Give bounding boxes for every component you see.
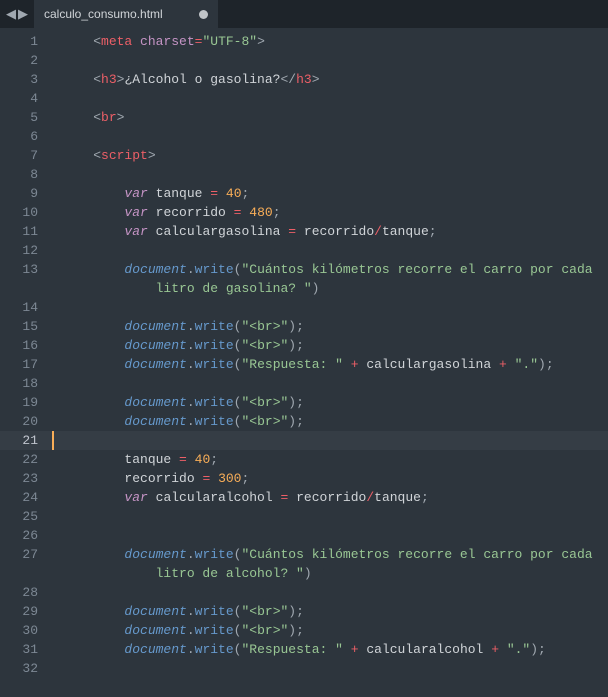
line-number-gutter: 1234567891011121314151617181920212223242… [0,28,48,658]
code-line[interactable] [62,298,608,317]
line-number: 3 [0,70,48,89]
unsaved-indicator-icon [199,10,208,19]
code-line[interactable] [62,241,608,260]
line-number: 28 [0,583,48,602]
code-line[interactable]: <script> [62,146,608,165]
line-number: 15 [0,317,48,336]
forward-icon[interactable]: ▶ [18,7,28,22]
line-number: 16 [0,336,48,355]
code-line[interactable]: document.write("<br>"); [62,621,608,640]
line-number: 20 [0,412,48,431]
line-number: 17 [0,355,48,374]
line-number: 14 [0,298,48,317]
cursor-line-indicator [52,431,54,450]
line-number: 5 [0,108,48,127]
code-line[interactable]: litro de alcohol? ") [62,564,608,583]
line-number: 31 [0,640,48,659]
line-number: 2 [0,51,48,70]
code-line[interactable] [62,526,608,545]
code-line[interactable]: document.write("<br>"); [62,412,608,431]
line-number: 27 [0,545,48,564]
code-line[interactable]: litro de gasolina? ") [62,279,608,298]
line-number: 18 [0,374,48,393]
code-line[interactable]: document.write("Cuántos kilómetros recor… [62,545,608,564]
line-number [0,678,48,697]
code-line[interactable] [62,89,608,108]
code-line[interactable] [62,583,608,602]
line-number: 6 [0,127,48,146]
code-line[interactable]: <br> [62,108,608,127]
code-area[interactable]: <meta charset="UTF-8"> <h3>¿Alcohol o ga… [48,28,608,658]
code-line[interactable] [62,374,608,393]
line-number: 19 [0,393,48,412]
line-number: 8 [0,165,48,184]
code-line[interactable]: document.write("<br>"); [62,336,608,355]
code-line[interactable]: var calcularalcohol = recorrido/tanque; [62,488,608,507]
tab-filename: calculo_consumo.html [44,7,163,21]
line-number: 21 [0,431,48,450]
code-line[interactable]: document.write("<br>"); [62,393,608,412]
code-line[interactable]: <meta charset="UTF-8"> [62,32,608,51]
line-number: 32 [0,659,48,678]
line-number: 10 [0,203,48,222]
line-number: 23 [0,469,48,488]
line-number: 11 [0,222,48,241]
line-number: 29 [0,602,48,621]
line-number [0,279,48,298]
line-number: 7 [0,146,48,165]
line-number: 1 [0,32,48,51]
code-line[interactable] [62,127,608,146]
line-number: 4 [0,89,48,108]
line-number: 12 [0,241,48,260]
code-line[interactable] [62,165,608,184]
line-number: 26 [0,526,48,545]
line-number: 22 [0,450,48,469]
code-line[interactable]: <h3>¿Alcohol o gasolina?</h3> [62,70,608,89]
line-number [0,564,48,583]
nav-arrows: ◀ ▶ [0,7,34,22]
line-number: 9 [0,184,48,203]
line-number: 30 [0,621,48,640]
code-line[interactable]: document.write("Respuesta: " + calculara… [62,640,608,659]
code-line[interactable]: document.write("Respuesta: " + calcularg… [62,355,608,374]
code-line[interactable]: document.write("<br>"); [62,602,608,621]
code-line[interactable]: var recorrido = 480; [62,203,608,222]
line-number: 25 [0,507,48,526]
code-line[interactable] [62,659,608,678]
tab-bar: ◀ ▶ calculo_consumo.html [0,0,608,28]
code-line[interactable]: recorrido = 300; [62,469,608,488]
code-line[interactable]: var calculargasolina = recorrido/tanque; [62,222,608,241]
code-editor[interactable]: 1234567891011121314151617181920212223242… [0,28,608,658]
code-line[interactable]: var tanque = 40; [62,184,608,203]
code-line[interactable] [62,507,608,526]
line-number: 13 [0,260,48,279]
code-line[interactable]: tanque = 40; [62,450,608,469]
code-line[interactable] [62,51,608,70]
line-number: 24 [0,488,48,507]
back-icon[interactable]: ◀ [6,7,16,22]
file-tab[interactable]: calculo_consumo.html [34,0,218,28]
code-line[interactable] [48,431,608,450]
code-line[interactable]: document.write("<br>"); [62,317,608,336]
code-line[interactable]: document.write("Cuántos kilómetros recor… [62,260,608,279]
